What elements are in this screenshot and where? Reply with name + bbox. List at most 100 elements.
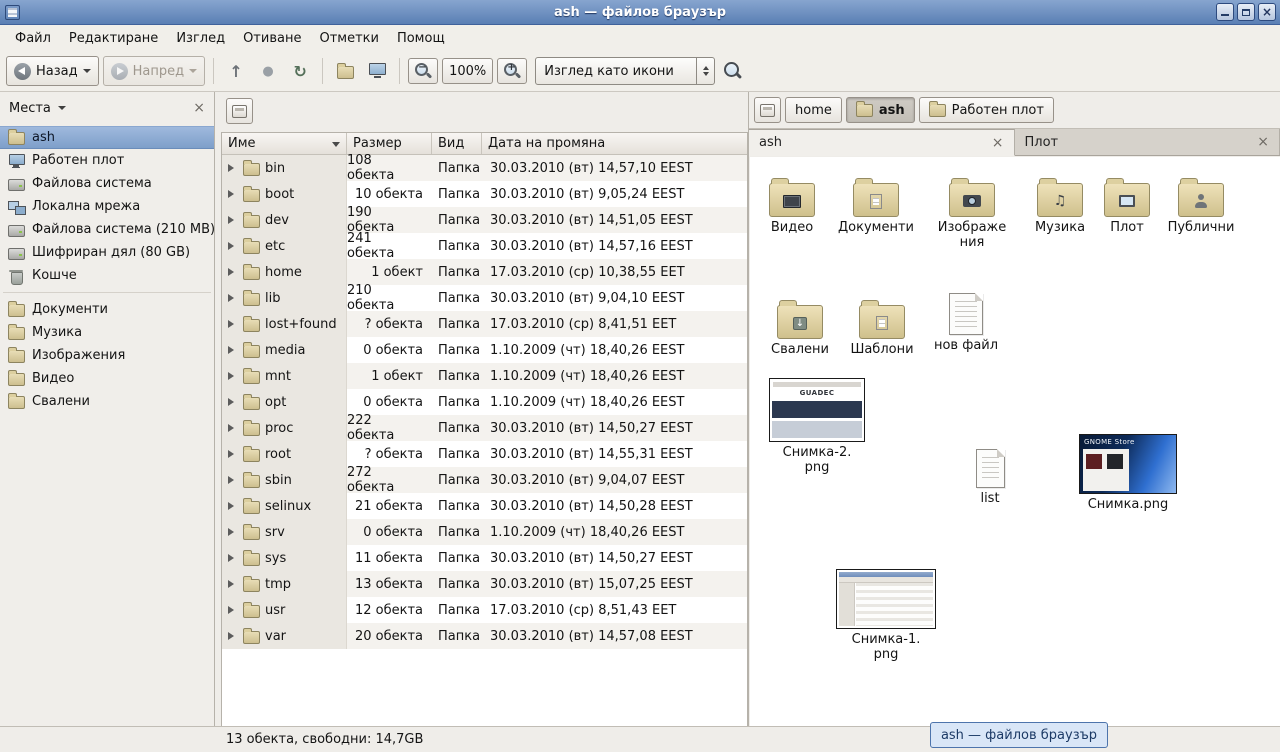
menu-file[interactable]: Файл — [6, 28, 60, 49]
menu-help[interactable]: Помощ — [388, 28, 454, 49]
table-row[interactable]: bin108 обектаПапка30.03.2010 (вт) 14,57,… — [222, 155, 747, 181]
menu-edit[interactable]: Редактиране — [60, 28, 167, 49]
tab-close-button[interactable]: × — [1257, 135, 1269, 149]
view-mode-select[interactable]: Изглед като икони — [535, 57, 715, 85]
table-row[interactable]: lib210 обектаПапка30.03.2010 (вт) 9,04,1… — [222, 285, 747, 311]
table-row[interactable]: proc222 обектаПапка30.03.2010 (вт) 14,50… — [222, 415, 747, 441]
tab-close-button[interactable]: × — [992, 136, 1004, 150]
folder-item-video[interactable]: Видео — [751, 177, 833, 236]
path-button-desktop[interactable]: Работен плот — [919, 97, 1054, 123]
taskbar-window-button[interactable]: ash — файлов браузър — [930, 722, 1108, 748]
expander-icon[interactable] — [228, 216, 238, 224]
file-item-new-file[interactable]: нов файл — [926, 293, 1006, 354]
forward-button[interactable]: Напред — [103, 56, 205, 86]
path-filesystem-button[interactable] — [754, 97, 781, 123]
close-button[interactable]: × — [1258, 3, 1276, 21]
column-header-date[interactable]: Дата на промяна — [482, 133, 747, 154]
table-row[interactable]: media0 обектаПапка1.10.2009 (чт) 18,40,2… — [222, 337, 747, 363]
expander-icon[interactable] — [228, 528, 238, 536]
expander-icon[interactable] — [228, 424, 238, 432]
stop-button[interactable]: ● — [254, 56, 282, 86]
table-row[interactable]: selinux21 обектаПапка30.03.2010 (вт) 14,… — [222, 493, 747, 519]
expander-icon[interactable] — [228, 268, 238, 276]
table-row[interactable]: sbin272 обектаПапка30.03.2010 (вт) 9,04,… — [222, 467, 747, 493]
expander-icon[interactable] — [228, 580, 238, 588]
minimize-button[interactable] — [1216, 3, 1234, 21]
expander-icon[interactable] — [228, 502, 238, 510]
up-button[interactable]: ↑ — [222, 56, 250, 86]
table-row[interactable]: var20 обектаПапка30.03.2010 (вт) 14,57,0… — [222, 623, 747, 649]
table-row[interactable]: lost+found? обектаПапка17.03.2010 (ср) 8… — [222, 311, 747, 337]
image-item-snimka-1[interactable]: Снимка-1.png — [832, 569, 940, 663]
expander-icon[interactable] — [228, 398, 238, 406]
zoom-out-button[interactable]: − — [408, 58, 438, 84]
sidebar-item-local-network[interactable]: Локална мрежа — [0, 195, 214, 218]
computer-button[interactable] — [363, 56, 391, 86]
expander-icon[interactable] — [228, 294, 238, 302]
maximize-button[interactable] — [1237, 3, 1255, 21]
back-button[interactable]: Назад — [6, 56, 99, 86]
sidebar-pane-selector[interactable]: Места — [9, 101, 66, 116]
tab-Плот[interactable]: Плот× — [1015, 129, 1280, 155]
column-header-type[interactable]: Вид — [432, 133, 482, 154]
folder-item-templates[interactable]: Шаблони — [842, 299, 922, 358]
menu-go[interactable]: Отиване — [234, 28, 310, 49]
expander-icon[interactable] — [228, 606, 238, 614]
expander-icon[interactable] — [228, 632, 238, 640]
menu-bookmarks[interactable]: Отметки — [310, 28, 387, 49]
path-button-ash[interactable]: ash — [846, 97, 915, 123]
expander-icon[interactable] — [228, 320, 238, 328]
expander-icon[interactable] — [228, 372, 238, 380]
folder-item-downloads[interactable]: Свалени — [760, 299, 840, 358]
folder-item-images[interactable]: Изображения — [934, 177, 1010, 251]
menu-view[interactable]: Изглед — [167, 28, 234, 49]
column-header-size[interactable]: Размер — [347, 133, 432, 154]
table-row[interactable]: boot10 обектаПапка30.03.2010 (вт) 9,05,2… — [222, 181, 747, 207]
image-item-snimka[interactable]: GNOME StoreСнимка.png — [1074, 434, 1182, 513]
table-row[interactable]: etc241 обектаПапка30.03.2010 (вт) 14,57,… — [222, 233, 747, 259]
table-row[interactable]: srv0 обектаПапка1.10.2009 (чт) 18,40,26 … — [222, 519, 747, 545]
sidebar-item-filesystem[interactable]: Файлова система — [0, 172, 214, 195]
path-button-home[interactable]: home — [785, 97, 842, 123]
sidebar-item-trash[interactable]: Кошче — [0, 264, 214, 287]
expander-icon[interactable] — [228, 554, 238, 562]
zoom-in-button[interactable]: + — [497, 58, 527, 84]
table-row[interactable]: root? обектаПапка30.03.2010 (вт) 14,55,3… — [222, 441, 747, 467]
expander-icon[interactable] — [228, 450, 238, 458]
folder-item-public[interactable]: Публични — [1160, 177, 1242, 236]
table-row[interactable]: home1 обектПапка17.03.2010 (ср) 10,38,55… — [222, 259, 747, 285]
table-row[interactable]: mnt1 обектПапка1.10.2009 (чт) 18,40,26 E… — [222, 363, 747, 389]
sidebar-item-images[interactable]: Изображения — [0, 344, 214, 367]
tab-ash[interactable]: ash× — [749, 129, 1015, 156]
expander-icon[interactable] — [228, 164, 238, 172]
expander-icon[interactable] — [228, 190, 238, 198]
sidebar-item-desktop[interactable]: Работен плот — [0, 149, 214, 172]
back-history-dropdown-icon[interactable] — [83, 69, 91, 77]
expander-icon[interactable] — [228, 476, 238, 484]
table-row[interactable]: dev190 обектаПапка30.03.2010 (вт) 14,51,… — [222, 207, 747, 233]
file-item-list[interactable]: list — [954, 449, 1026, 507]
sidebar-item-documents[interactable]: Документи — [0, 298, 214, 321]
sidebar-item-encrypted-80gb[interactable]: Шифриран дял (80 GB) — [0, 241, 214, 264]
home-button[interactable] — [331, 56, 359, 86]
folder-item-desktop[interactable]: Плот — [1088, 177, 1166, 236]
reload-button[interactable]: ↻ — [286, 56, 314, 86]
expander-icon[interactable] — [228, 346, 238, 354]
sidebar-item-downloads[interactable]: Свалени — [0, 390, 214, 413]
image-item-snimka-2[interactable]: GUADECСнимка-2.png — [766, 378, 868, 476]
sidebar-close-button[interactable]: × — [193, 101, 205, 115]
sidebar-item-video[interactable]: Видео — [0, 367, 214, 390]
table-row[interactable]: usr12 обектаПапка17.03.2010 (ср) 8,51,43… — [222, 597, 747, 623]
folder-item-documents[interactable]: Документи — [835, 177, 917, 236]
path-root-button[interactable] — [226, 98, 253, 124]
sidebar-item-ash[interactable]: ash — [0, 126, 214, 149]
sidebar-item-filesystem-210mb[interactable]: Файлова система (210 MB) — [0, 218, 214, 241]
sidebar-item-music[interactable]: Музика — [0, 321, 214, 344]
expander-icon[interactable] — [228, 242, 238, 250]
table-row[interactable]: opt0 обектаПапка1.10.2009 (чт) 18,40,26 … — [222, 389, 747, 415]
table-row[interactable]: sys11 обектаПапка30.03.2010 (вт) 14,50,2… — [222, 545, 747, 571]
column-header-name[interactable]: Име — [222, 133, 347, 154]
search-button[interactable] — [719, 56, 747, 86]
zoom-level-button[interactable]: 100% — [442, 58, 493, 84]
table-row[interactable]: tmp13 обектаПапка30.03.2010 (вт) 15,07,2… — [222, 571, 747, 597]
